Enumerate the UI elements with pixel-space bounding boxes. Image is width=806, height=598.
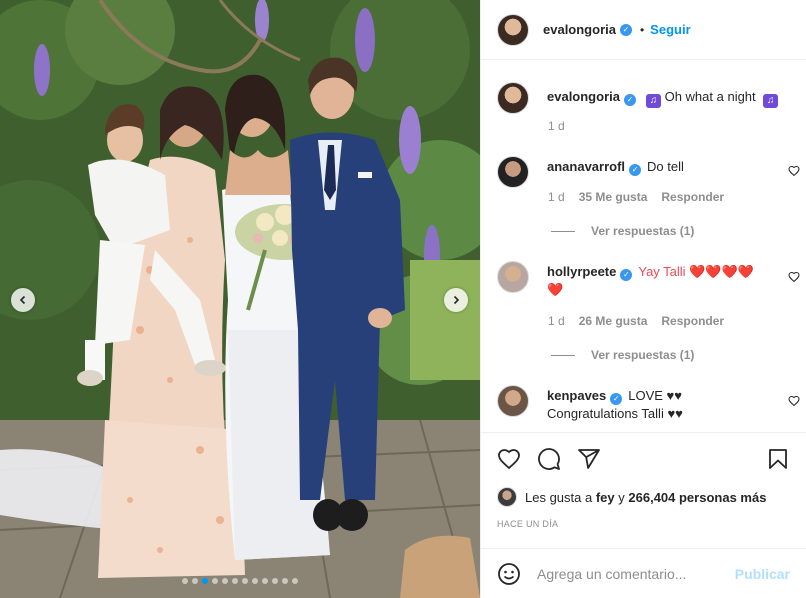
likes-connector: y: [618, 489, 625, 505]
comment-username[interactable]: hollyrpeete: [547, 264, 616, 279]
post-photo[interactable]: [0, 0, 480, 598]
pagination-dot: [222, 578, 228, 584]
pagination-dot: [272, 578, 278, 584]
chevron-left-icon: [19, 295, 26, 305]
share-icon[interactable]: [577, 447, 601, 471]
comments-list: evalongoria ✓ ♫ Oh what a night ♫ 1 d anan…: [481, 61, 806, 431]
comment-text-line2: Congratulations Talli ♥♥: [547, 406, 683, 421]
pagination-dot: [292, 578, 298, 584]
comment-like-heart-icon[interactable]: [788, 165, 800, 177]
verified-icon: ✓: [610, 393, 623, 405]
comment-username[interactable]: ananavarrofl: [547, 159, 625, 174]
pagination-dot: [242, 578, 248, 584]
verified-icon: ✓: [629, 164, 642, 176]
likes-summary[interactable]: Les gusta a fey y 266,404 personas más: [497, 487, 766, 507]
comment-item: kenpaves ✓ LOVE ♥♥ Congratulations Talli ♥…: [497, 385, 796, 423]
next-photo-button[interactable]: [444, 288, 468, 312]
pagination-dot: [212, 578, 218, 584]
publish-button[interactable]: Publicar: [735, 566, 790, 582]
author-avatar[interactable]: [497, 82, 529, 114]
commenter-avatar[interactable]: [497, 385, 529, 417]
post-caption: evalongoria ✓ ♫ Oh what a night ♫: [497, 82, 796, 114]
photo-pagination-dots: [0, 578, 480, 584]
comment-age: 1 d: [548, 314, 565, 328]
reply-button[interactable]: Responder: [661, 190, 724, 204]
caption-age: 1 d: [548, 119, 565, 133]
caption-username[interactable]: evalongoria: [547, 89, 620, 104]
likes-others[interactable]: 266,404 personas más: [628, 490, 766, 505]
save-icon[interactable]: [766, 447, 790, 471]
reply-button[interactable]: Responder: [661, 314, 724, 328]
comment-text: Yay Talli ❤️❤️❤️❤️: [638, 264, 754, 279]
author-username[interactable]: evalongoria: [543, 22, 616, 37]
comment-item: hollyrpeete ✓ Yay Talli ❤️❤️❤️❤️ ❤️: [497, 261, 796, 299]
likes-first-user[interactable]: fey: [596, 490, 615, 505]
comment-text: Do tell: [647, 159, 684, 174]
liker-avatar[interactable]: [497, 487, 517, 507]
verified-icon: ✓: [623, 94, 636, 106]
caption-text: Oh what a night: [664, 89, 756, 104]
view-replies-button[interactable]: Ver respuestas (1): [551, 224, 694, 238]
pagination-dot: [182, 578, 188, 584]
pagination-dot: [252, 578, 258, 584]
comment-like-heart-icon[interactable]: [788, 271, 800, 283]
pagination-dot: [232, 578, 238, 584]
comment-likes[interactable]: 35 Me gusta: [579, 190, 648, 204]
chevron-right-icon: [453, 295, 460, 305]
comment-item: ananavarrofl ✓ Do tell: [497, 156, 796, 188]
comment-like-heart-icon[interactable]: [788, 395, 800, 407]
pagination-dot: [262, 578, 268, 584]
add-comment-bar: Publicar: [481, 548, 806, 598]
replies-divider: [551, 230, 575, 232]
view-replies-button[interactable]: Ver respuestas (1): [551, 348, 694, 362]
comment-input[interactable]: [537, 565, 735, 582]
likes-prefix: Les gusta a: [525, 489, 593, 505]
music-emoji-icon: ♫: [645, 94, 661, 108]
commenter-avatar[interactable]: [497, 261, 529, 293]
commenter-avatar[interactable]: [497, 156, 529, 188]
view-replies-label: Ver respuestas (1): [591, 224, 695, 238]
comment-icon[interactable]: [537, 447, 561, 471]
post-actions: Les gusta a fey y 266,404 personas más H…: [481, 432, 806, 529]
verified-icon: ✓: [619, 23, 632, 36]
pagination-dot: [202, 578, 208, 584]
emoji-icon[interactable]: [497, 562, 521, 586]
view-replies-label: Ver respuestas (1): [591, 348, 695, 362]
wedding-photo: [0, 0, 480, 598]
music-emoji-icon: ♫: [763, 94, 779, 108]
follow-button[interactable]: Seguir: [650, 22, 690, 37]
replies-divider: [551, 354, 575, 356]
verified-icon: ✓: [620, 269, 633, 281]
comment-text-line2: ❤️: [547, 282, 564, 297]
comment-meta: 1 d 26 Me gusta Responder: [548, 314, 724, 328]
comment-username[interactable]: kenpaves: [547, 388, 606, 403]
post-timestamp[interactable]: HACE UN DÍA: [497, 519, 558, 529]
previous-photo-button[interactable]: [11, 288, 35, 312]
comment-text: LOVE ♥♥: [628, 388, 682, 403]
heart-icon[interactable]: [497, 447, 521, 471]
pagination-dot: [282, 578, 288, 584]
comment-likes[interactable]: 26 Me gusta: [579, 314, 648, 328]
post-header: evalongoria ✓ • Seguir: [481, 0, 806, 60]
author-avatar[interactable]: [497, 13, 529, 46]
comment-age: 1 d: [548, 190, 565, 204]
caption-meta: 1 d: [548, 119, 565, 133]
separator-bullet: •: [639, 22, 645, 37]
action-bar: [481, 433, 806, 485]
comment-meta: 1 d 35 Me gusta Responder: [548, 190, 724, 204]
pagination-dot: [192, 578, 198, 584]
post-details-panel: evalongoria ✓ • Seguir evalongoria ✓ ♫ Oh …: [480, 0, 806, 598]
